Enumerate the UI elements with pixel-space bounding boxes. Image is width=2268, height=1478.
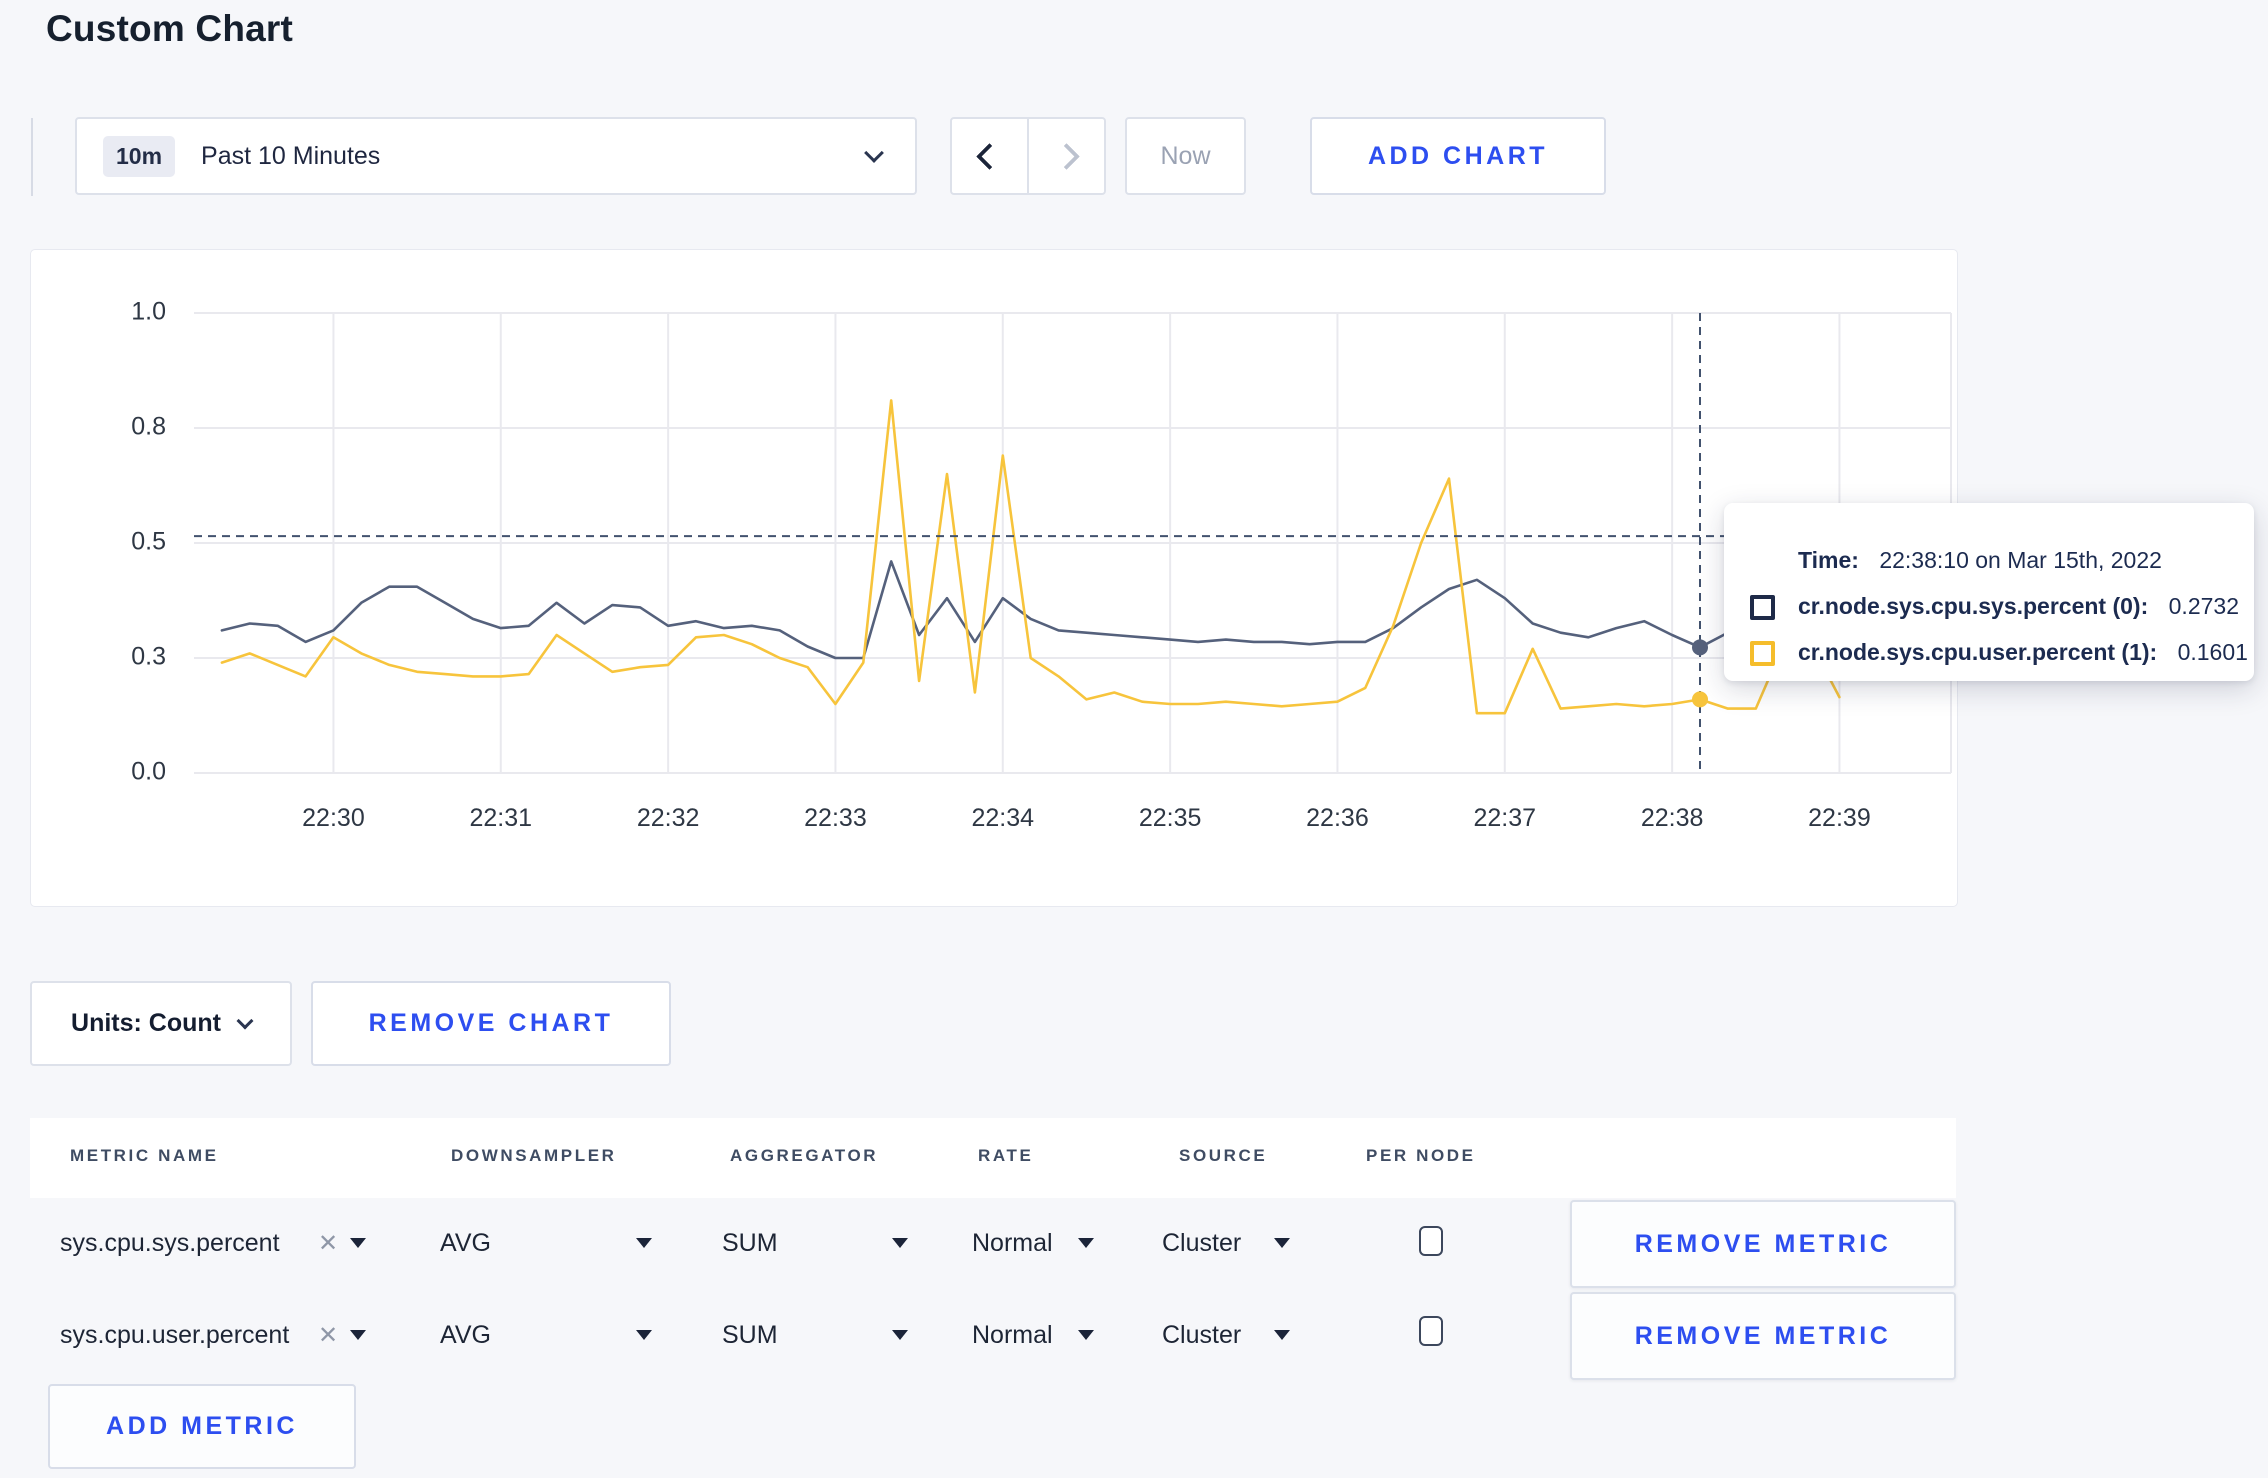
clear-metric-icon[interactable]: ✕ — [318, 1321, 338, 1350]
x-axis-tick-label: 22:33 — [804, 804, 867, 832]
chart-panel: 0.0 0.3 0.5 0.8 1.0 22:30 22:31 22:32 22:33 22:34… — [30, 249, 1958, 907]
metric-name-caret-icon[interactable] — [350, 1238, 366, 1248]
x-axis-tick-label: 22:39 — [1808, 804, 1871, 832]
col-header-metric-name: METRIC NAME — [70, 1146, 219, 1165]
per-node-checkbox[interactable] — [1419, 1316, 1443, 1346]
source-select[interactable]: Cluster — [1162, 1321, 1241, 1350]
downsampler-caret-icon[interactable] — [636, 1330, 652, 1340]
remove-metric-button[interactable]: REMOVE METRIC — [1570, 1200, 1956, 1288]
per-node-checkbox[interactable] — [1419, 1226, 1443, 1256]
chevron-left-icon — [976, 142, 1003, 170]
time-range-label: Past 10 Minutes — [201, 141, 381, 170]
remove-metric-button[interactable]: REMOVE METRIC — [1570, 1292, 1956, 1380]
aggregator-select[interactable]: SUM — [722, 1321, 778, 1350]
series-line-0 — [220, 560, 1841, 660]
timeseries-chart[interactable]: 0.0 0.3 0.5 0.8 1.0 22:30 22:31 22:32 22:33 22:34… — [31, 250, 1955, 903]
units-label: Units: Count — [71, 1009, 221, 1037]
tooltip-series-row: cr.node.sys.cpu.user.percent (1): 0.1601 — [1746, 639, 2248, 666]
downsampler-select[interactable]: AVG — [440, 1321, 491, 1350]
rate-caret-icon[interactable] — [1078, 1330, 1094, 1340]
col-header-rate: RATE — [978, 1146, 1034, 1165]
col-header-per-node: PER NODE — [1366, 1146, 1476, 1165]
source-caret-icon[interactable] — [1274, 1238, 1290, 1248]
user-series-swatch-icon — [1750, 641, 1775, 666]
tooltip-series-row: cr.node.sys.cpu.sys.percent (0): 0.2732 — [1746, 593, 2239, 620]
add-metric-button[interactable]: ADD METRIC — [48, 1384, 356, 1469]
toolbar-left-divider — [31, 118, 33, 196]
time-range-badge: 10m — [103, 135, 176, 177]
aggregator-select[interactable]: SUM — [722, 1229, 778, 1258]
col-header-aggregator: AGGREGATOR — [730, 1146, 879, 1165]
tooltip-series-label: cr.node.sys.cpu.user.percent (1): — [1798, 639, 2158, 665]
clear-metric-icon[interactable]: ✕ — [318, 1229, 338, 1258]
y-axis-tick-label: 0.3 — [131, 643, 166, 671]
metrics-table-header: METRIC NAME DOWNSAMPLER AGGREGATOR RATE … — [30, 1118, 1956, 1198]
time-nav-group — [950, 117, 1106, 195]
source-select[interactable]: Cluster — [1162, 1229, 1241, 1258]
x-axis-tick-label: 22:37 — [1473, 804, 1536, 832]
x-axis-tick-label: 22:30 — [302, 804, 365, 832]
aggregator-caret-icon[interactable] — [892, 1330, 908, 1340]
metric-name-value[interactable]: sys.cpu.user.percent — [60, 1321, 289, 1350]
next-range-button[interactable] — [1027, 119, 1104, 193]
page-title: Custom Chart — [46, 8, 294, 49]
chevron-down-icon — [864, 143, 884, 163]
custom-chart-page: Custom Chart 10m Past 10 Minutes Now ADD… — [0, 0, 2268, 1478]
downsampler-select[interactable]: AVG — [440, 1229, 491, 1258]
source-caret-icon[interactable] — [1274, 1330, 1290, 1340]
units-select[interactable]: Units: Count — [30, 981, 292, 1066]
remove-chart-button[interactable]: REMOVE CHART — [311, 981, 671, 1066]
series-line-1 — [220, 399, 1841, 715]
y-axis-tick-label: 0.0 — [131, 758, 166, 786]
tooltip-series-value: 0.1601 — [2177, 639, 2248, 665]
tooltip-time-row: Time: 22:38:10 on Mar 15th, 2022 — [1746, 547, 2234, 574]
tooltip-series-label: cr.node.sys.cpu.sys.percent (0): — [1798, 593, 2149, 619]
x-axis-tick-label: 22:35 — [1139, 804, 1202, 832]
metric-name-value[interactable]: sys.cpu.sys.percent — [60, 1229, 280, 1258]
chart-tooltip: Time: 22:38:10 on Mar 15th, 2022 cr.node… — [1724, 503, 2254, 681]
rate-select[interactable]: Normal — [972, 1321, 1053, 1350]
x-axis-tick-label: 22:32 — [637, 804, 700, 832]
y-axis-tick-label: 0.8 — [131, 413, 166, 441]
x-axis-tick-label: 22:34 — [971, 804, 1034, 832]
chevron-right-icon — [1053, 142, 1080, 170]
metric-name-caret-icon[interactable] — [350, 1330, 366, 1340]
rate-caret-icon[interactable] — [1078, 1238, 1094, 1248]
x-axis-tick-label: 22:38 — [1641, 804, 1704, 832]
tooltip-series-value: 0.2732 — [2168, 593, 2239, 619]
tooltip-time-label: Time: — [1798, 547, 1859, 573]
y-axis-tick-label: 0.5 — [131, 528, 166, 556]
add-chart-button[interactable]: ADD CHART — [1310, 117, 1606, 195]
time-range-select[interactable]: 10m Past 10 Minutes — [75, 117, 917, 195]
x-axis-tick-label: 22:36 — [1306, 804, 1369, 832]
x-axis-tick-label: 22:31 — [469, 804, 532, 832]
aggregator-caret-icon[interactable] — [892, 1238, 908, 1248]
tooltip-time-value: 22:38:10 on Mar 15th, 2022 — [1879, 547, 2162, 573]
y-axis-tick-label: 1.0 — [131, 298, 166, 326]
rate-select[interactable]: Normal — [972, 1229, 1053, 1258]
downsampler-caret-icon[interactable] — [636, 1238, 652, 1248]
chevron-down-icon — [236, 1012, 254, 1030]
hover-dot-1 — [1692, 691, 1708, 708]
sys-series-swatch-icon — [1750, 595, 1775, 620]
now-button[interactable]: Now — [1125, 117, 1246, 195]
prev-range-button[interactable] — [952, 119, 1027, 193]
col-header-downsampler: DOWNSAMPLER — [451, 1146, 617, 1165]
col-header-source: SOURCE — [1179, 1146, 1268, 1165]
hover-dot-0 — [1692, 639, 1708, 656]
